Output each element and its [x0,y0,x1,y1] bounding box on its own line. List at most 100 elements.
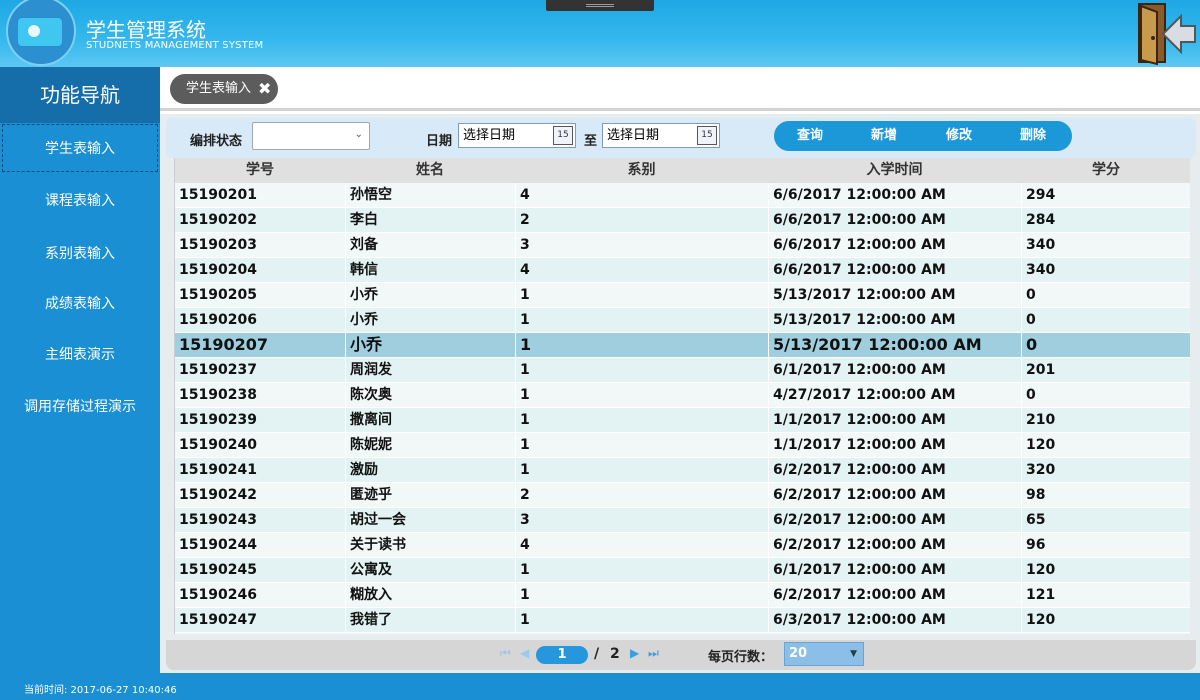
credit-cell[interactable]: 0 [1021,383,1190,408]
student-id-cell[interactable]: 15190244 [175,533,345,558]
credit-cell[interactable]: 340 [1021,258,1190,283]
name-cell[interactable]: 小乔 [345,333,515,358]
student-id-cell[interactable]: 15190204 [175,258,345,283]
table-row[interactable]: 15190247 我错了 1 6/3/2017 12:00:00 AM 120 [175,608,1190,633]
table-row[interactable]: 15190246 糊放入 1 6/2/2017 12:00:00 AM 121 [175,583,1190,608]
credit-cell[interactable]: 120 [1021,433,1190,458]
department-cell[interactable]: 1 [515,308,768,333]
student-id-cell[interactable]: 15190201 [175,183,345,208]
sidebar-item-department-input[interactable]: 系别表输入 [0,230,160,278]
credit-cell[interactable]: 98 [1021,483,1190,508]
student-id-cell[interactable]: 15190242 [175,483,345,508]
table-row[interactable]: 15190243 胡过一会 3 6/2/2017 12:00:00 AM 65 [175,508,1190,533]
credit-cell[interactable]: 65 [1021,508,1190,533]
department-cell[interactable]: 2 [515,483,768,508]
exit-button[interactable] [1133,2,1197,66]
table-row[interactable]: 15190207 小乔 1 5/13/2017 12:00:00 AM 0 [175,333,1190,358]
status-select[interactable]: ⌄ [252,122,370,150]
department-cell[interactable]: 4 [515,533,768,558]
name-cell[interactable]: 胡过一会 [345,508,515,533]
enroll-date-cell[interactable]: 5/13/2017 12:00:00 AM [768,308,1021,333]
student-id-cell[interactable]: 15190202 [175,208,345,233]
student-id-cell[interactable]: 15190237 [175,358,345,383]
enroll-date-cell[interactable]: 5/13/2017 12:00:00 AM [768,333,1021,358]
credit-cell[interactable]: 340 [1021,233,1190,258]
enroll-date-cell[interactable]: 1/1/2017 12:00:00 AM [768,408,1021,433]
credit-cell[interactable]: 121 [1021,583,1190,608]
name-cell[interactable]: 孙悟空 [345,183,515,208]
student-id-cell[interactable]: 15190246 [175,583,345,608]
table-row[interactable]: 15190241 激励 1 6/2/2017 12:00:00 AM 320 [175,458,1190,483]
credit-cell[interactable]: 320 [1021,458,1190,483]
name-cell[interactable]: 韩信 [345,258,515,283]
department-cell[interactable]: 4 [515,183,768,208]
close-icon[interactable]: ✖ [258,74,271,104]
page-size-select[interactable]: 20 ▼ [784,642,864,666]
enroll-date-cell[interactable]: 1/1/2017 12:00:00 AM [768,433,1021,458]
enroll-date-cell[interactable]: 6/2/2017 12:00:00 AM [768,483,1021,508]
sidebar-item-stored-procedure[interactable]: 调用存储过程演示 [0,383,160,431]
enroll-date-cell[interactable]: 6/2/2017 12:00:00 AM [768,533,1021,558]
sidebar-item-master-detail[interactable]: 主细表演示 [0,331,160,379]
column-header[interactable]: 学号 [175,158,345,183]
column-header[interactable]: 姓名 [345,158,515,183]
first-page-icon[interactable]: ⏮ [500,646,511,661]
table-row[interactable]: 15190238 陈次奥 1 4/27/2017 12:00:00 AM 0 [175,383,1190,408]
last-page-icon[interactable]: ⏭ [648,646,659,661]
student-id-cell[interactable]: 15190247 [175,608,345,633]
student-id-cell[interactable]: 15190206 [175,308,345,333]
column-header[interactable]: 学分 [1021,158,1190,183]
credit-cell[interactable]: 294 [1021,183,1190,208]
department-cell[interactable]: 3 [515,233,768,258]
department-cell[interactable]: 1 [515,358,768,383]
enroll-date-cell[interactable]: 6/1/2017 12:00:00 AM [768,558,1021,583]
tab-student-input[interactable]: 学生表输入 ✖ [170,74,278,104]
enroll-date-cell[interactable]: 6/6/2017 12:00:00 AM [768,183,1021,208]
table-row[interactable]: 15190242 匿迹乎 2 6/2/2017 12:00:00 AM 98 [175,483,1190,508]
delete-button[interactable]: 删除 [1020,121,1046,151]
enroll-date-cell[interactable]: 6/2/2017 12:00:00 AM [768,458,1021,483]
department-cell[interactable]: 1 [515,558,768,583]
name-cell[interactable]: 糊放入 [345,583,515,608]
credit-cell[interactable]: 0 [1021,283,1190,308]
student-id-cell[interactable]: 15190243 [175,508,345,533]
table-row[interactable]: 15190206 小乔 1 5/13/2017 12:00:00 AM 0 [175,308,1190,333]
name-cell[interactable]: 匿迹乎 [345,483,515,508]
department-cell[interactable]: 1 [515,458,768,483]
sidebar-item-course-input[interactable]: 课程表输入 [0,177,160,225]
query-button[interactable]: 查询 [797,121,823,151]
department-cell[interactable]: 1 [515,333,768,358]
table-row[interactable]: 15190245 公寓及 1 6/1/2017 12:00:00 AM 120 [175,558,1190,583]
name-cell[interactable]: 小乔 [345,308,515,333]
name-cell[interactable]: 撒离间 [345,408,515,433]
prev-page-icon[interactable]: ◀ [520,646,529,660]
department-cell[interactable]: 4 [515,258,768,283]
credit-cell[interactable]: 0 [1021,308,1190,333]
date-to-input[interactable]: 选择日期 15 [602,123,720,148]
credit-cell[interactable]: 96 [1021,533,1190,558]
enroll-date-cell[interactable]: 6/2/2017 12:00:00 AM [768,583,1021,608]
enroll-date-cell[interactable]: 6/6/2017 12:00:00 AM [768,208,1021,233]
date-from-input[interactable]: 选择日期 15 [458,123,576,148]
department-cell[interactable]: 1 [515,583,768,608]
enroll-date-cell[interactable]: 6/1/2017 12:00:00 AM [768,358,1021,383]
name-cell[interactable]: 陈妮妮 [345,433,515,458]
student-id-cell[interactable]: 15190207 [175,333,345,358]
department-cell[interactable]: 1 [515,608,768,633]
name-cell[interactable]: 公寓及 [345,558,515,583]
student-id-cell[interactable]: 15190245 [175,558,345,583]
table-row[interactable]: 15190202 李白 2 6/6/2017 12:00:00 AM 284 [175,208,1190,233]
add-button[interactable]: 新增 [871,121,897,151]
enroll-date-cell[interactable]: 6/6/2017 12:00:00 AM [768,233,1021,258]
enroll-date-cell[interactable]: 6/2/2017 12:00:00 AM [768,508,1021,533]
table-row[interactable]: 15190237 周润发 1 6/1/2017 12:00:00 AM 201 [175,358,1190,383]
credit-cell[interactable]: 0 [1021,333,1190,358]
credit-cell[interactable]: 284 [1021,208,1190,233]
name-cell[interactable]: 关于读书 [345,533,515,558]
next-page-icon[interactable]: ▶ [630,646,639,660]
credit-cell[interactable]: 120 [1021,608,1190,633]
student-id-cell[interactable]: 15190238 [175,383,345,408]
table-row[interactable]: 15190205 小乔 1 5/13/2017 12:00:00 AM 0 [175,283,1190,308]
name-cell[interactable]: 激励 [345,458,515,483]
column-header[interactable]: 入学时间 [768,158,1021,183]
